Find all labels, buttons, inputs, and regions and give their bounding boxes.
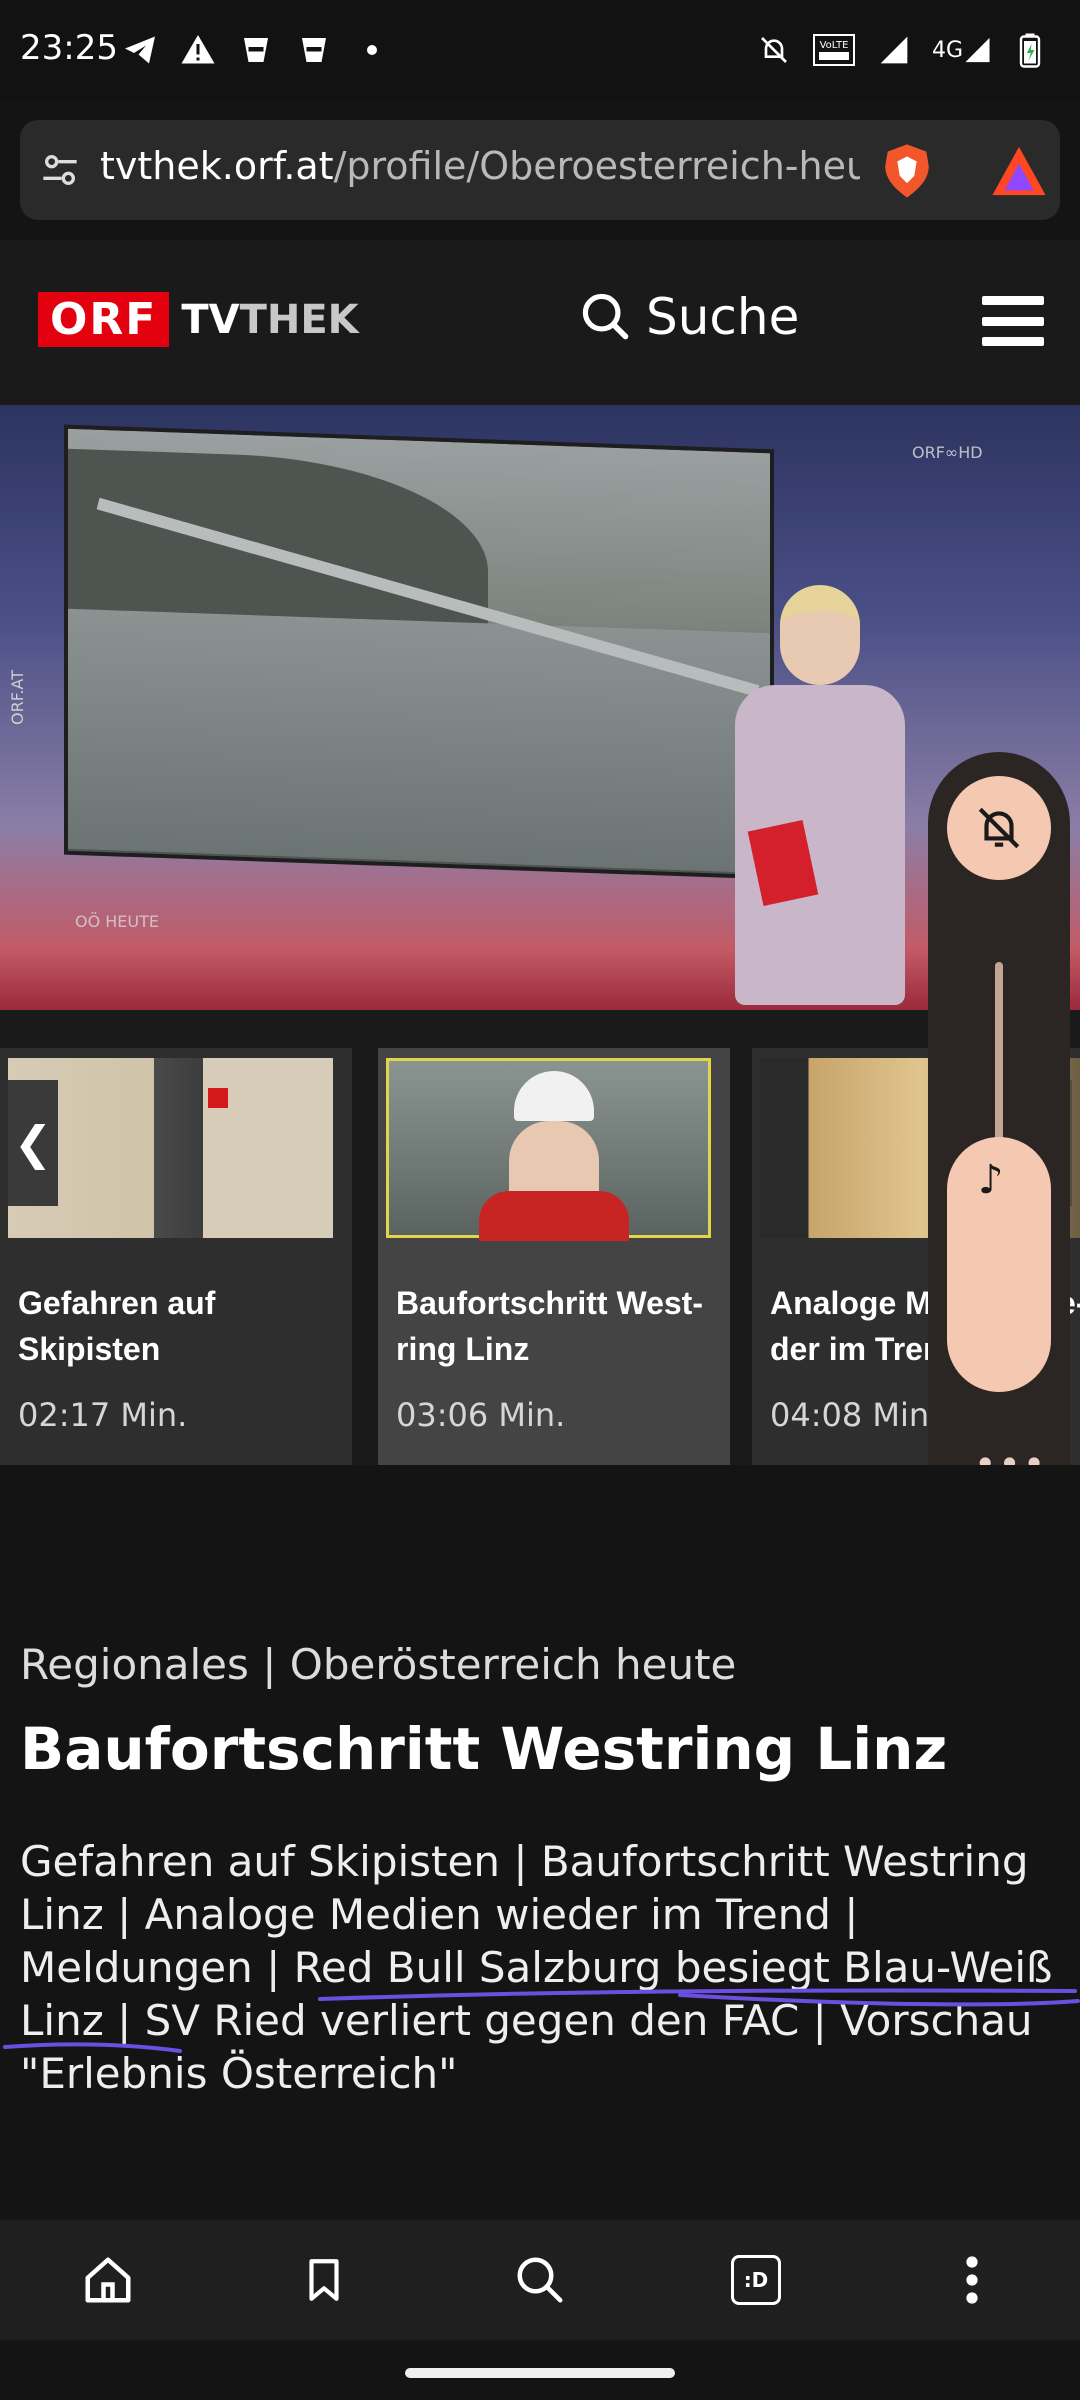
carousel-item-active[interactable]: Baufortschritt West-ring Linz 03:06 Min.: [378, 1048, 730, 1465]
search-button[interactable]: Suche: [580, 288, 799, 346]
tabs-button[interactable]: :D: [711, 2235, 801, 2325]
brave-shields-icon[interactable]: [878, 142, 936, 200]
network-type: 4G: [932, 37, 964, 63]
news-presenter: [725, 585, 915, 1005]
telegram-icon: [120, 30, 160, 70]
url-path: /profile/Oberoesterreich-heut: [333, 144, 860, 188]
page-title: Baufortschritt Westring Linz: [20, 1715, 948, 1783]
bell-off-icon: [978, 807, 1020, 849]
browser-toolbar: tvthek.orf.at/profile/Oberoesterreich-he…: [0, 100, 1080, 240]
article: Regionales | Oberösterreich heute Baufor…: [0, 1465, 1080, 2220]
carousel-thumbnail: [386, 1058, 711, 1241]
mute-icon: [754, 30, 794, 70]
gesture-bar: [0, 2340, 1080, 2400]
battery-icon: [1010, 30, 1050, 70]
browser-bottom-bar: :D: [0, 2220, 1080, 2340]
svg-text:VoLTE: VoLTE: [820, 40, 849, 51]
video-player[interactable]: ORF∞HD OÖ HEUTE ORF.AT: [0, 405, 1080, 1010]
bookmark-icon: [309, 2259, 339, 2301]
address-bar[interactable]: tvthek.orf.at/profile/Oberoesterreich-he…: [20, 120, 1060, 220]
overflow-menu-button[interactable]: [927, 2235, 1017, 2325]
logo-thek: THEK: [239, 296, 359, 343]
brave-rewards-icon[interactable]: [990, 144, 1048, 198]
willhaben-icon: [236, 30, 276, 70]
studio-screen: [64, 424, 774, 880]
search-icon: [517, 2257, 563, 2303]
volume-panel: ♪ •••: [928, 752, 1070, 1530]
logo-orf: ORF: [38, 292, 170, 347]
article-description: Gefahren auf Skipisten | Baufortschritt …: [20, 1837, 1053, 2098]
carousel-title: Gefahren auf Skipisten: [18, 1285, 216, 1367]
orf-tvthek-logo[interactable]: ORF TV THEK: [38, 292, 359, 347]
logo-tv: TV: [181, 296, 240, 343]
music-note-icon: ♪: [978, 1157, 1004, 1203]
url-host: tvthek.orf.at: [100, 144, 334, 188]
orf-at-watermark: ORF.AT: [8, 670, 27, 725]
show-bug: OÖ HEUTE: [75, 912, 160, 931]
4g-signal-icon: 4G: [932, 30, 992, 70]
carousel-prev-button[interactable]: ❮: [8, 1080, 58, 1206]
search-icon: [582, 293, 629, 340]
warning-icon: [178, 30, 218, 70]
site-settings-icon[interactable]: [40, 150, 80, 190]
willhaben-icon: [294, 30, 334, 70]
dot-icon: [352, 30, 392, 70]
volte-icon: VoLTE: [812, 30, 856, 70]
tabs-label: :D: [743, 2268, 769, 2292]
home-indicator[interactable]: [405, 2368, 675, 2378]
search-label: Suche: [646, 288, 800, 346]
status-bar: 23:25 VoLTE 4G: [0, 0, 1080, 100]
breadcrumb[interactable]: Regionales | Oberösterreich heute: [20, 1640, 736, 1689]
carousel-duration: 02:17 Min.: [18, 1396, 188, 1434]
search-toolbar-button[interactable]: [495, 2235, 585, 2325]
video-carousel: Gefahren auf Skipisten 02:17 Min. Baufor…: [0, 1010, 1080, 1465]
url-text[interactable]: tvthek.orf.at/profile/Oberoesterreich-he…: [100, 144, 860, 188]
carousel-duration: 04:08 Min.: [770, 1396, 940, 1434]
bookmarks-button[interactable]: [279, 2235, 369, 2325]
menu-icon[interactable]: [982, 296, 1044, 346]
tabs-icon: :D: [731, 2255, 781, 2305]
channel-bug: ORF∞HD: [912, 443, 983, 462]
signal-icon: [874, 30, 914, 70]
site-header: ORF TV THEK Suche: [0, 240, 1080, 405]
carousel-title: Baufortschritt West-ring Linz: [396, 1285, 703, 1367]
notification-icons: [120, 30, 392, 70]
ringer-mute-button[interactable]: [947, 776, 1051, 880]
clock: 23:25: [20, 28, 118, 68]
menu-icon: [966, 2256, 978, 2304]
home-button[interactable]: [63, 2235, 153, 2325]
system-icons: VoLTE 4G: [754, 30, 1050, 70]
carousel-duration: 03:06 Min.: [396, 1396, 566, 1434]
home-icon: [85, 2257, 131, 2303]
